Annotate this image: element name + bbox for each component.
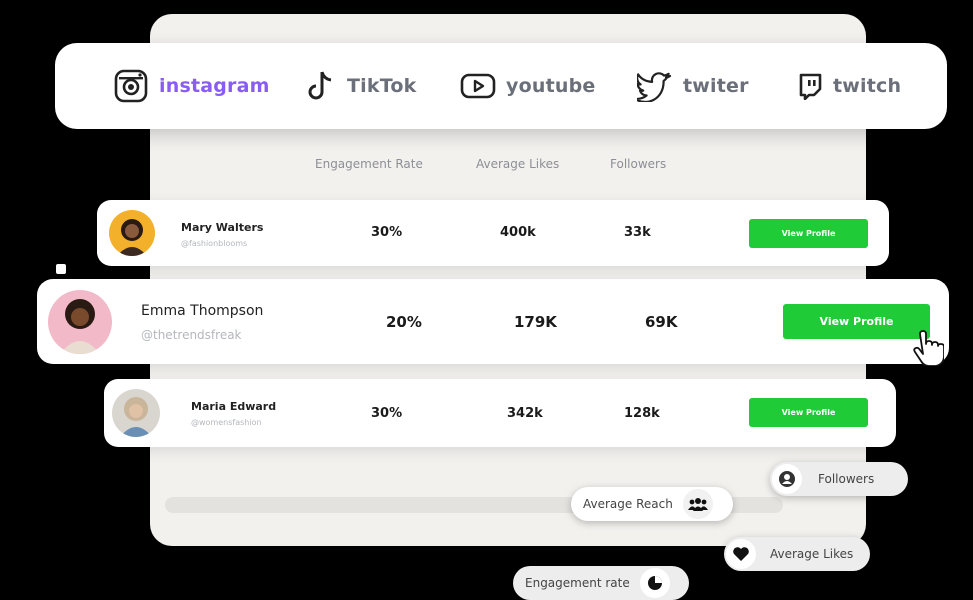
pie-chart-icon xyxy=(639,568,670,598)
tiktok-icon xyxy=(305,69,337,103)
avatar xyxy=(112,389,160,437)
user-name: Mary Walters xyxy=(181,221,264,234)
column-header-followers: Followers xyxy=(610,157,667,171)
heart-icon xyxy=(726,539,756,569)
tab-tiktok[interactable]: TikTok xyxy=(305,43,416,129)
decorative-square xyxy=(56,264,66,274)
user-handle: @thetrendsfreak xyxy=(141,328,242,342)
user-icon xyxy=(772,464,802,494)
view-profile-button[interactable]: View Profile xyxy=(783,304,930,339)
view-profile-button[interactable]: View Profile xyxy=(749,219,868,248)
user-name: Emma Thompson xyxy=(141,303,264,319)
user-name: Maria Edward xyxy=(191,400,277,413)
group-icon xyxy=(682,489,713,519)
likes-value: 400k xyxy=(500,225,536,240)
twitter-icon xyxy=(637,70,673,102)
tab-twitch[interactable]: twitch xyxy=(797,43,901,129)
hand-cursor-icon xyxy=(910,330,945,370)
column-header-engagement: Engagement Rate xyxy=(315,157,423,171)
followers-value: 69K xyxy=(645,313,678,331)
table-row: Emma Thompson @thetrendsfreak 20% 179K 6… xyxy=(37,279,949,364)
followers-value: 128k xyxy=(624,406,660,421)
column-header-likes: Average Likes xyxy=(476,157,560,171)
engagement-value: 30% xyxy=(371,225,403,240)
engagement-value: 30% xyxy=(371,406,403,421)
tab-label: instagram xyxy=(159,75,270,97)
twitch-icon xyxy=(797,72,823,100)
tab-youtube[interactable]: youtube xyxy=(460,43,595,129)
chip-average-reach[interactable]: Average Reach xyxy=(571,487,733,521)
engagement-value: 20% xyxy=(386,313,422,331)
tab-label: TikTok xyxy=(347,75,417,97)
chip-followers[interactable]: Followers xyxy=(770,462,908,496)
table-row: Maria Edward @womensfashion 30% 342k 128… xyxy=(104,379,896,447)
chip-label: Engagement rate xyxy=(525,576,630,590)
avatar xyxy=(48,290,112,354)
tab-label: twiter xyxy=(683,75,749,97)
tab-label: youtube xyxy=(506,75,596,97)
likes-value: 179K xyxy=(514,313,557,331)
instagram-icon xyxy=(113,68,149,104)
likes-value: 342k xyxy=(507,406,543,421)
table-row: Mary Walters @fashionblooms 30% 400k 33k… xyxy=(97,200,889,266)
user-handle: @fashionblooms xyxy=(181,239,248,248)
followers-value: 33k xyxy=(624,225,651,240)
platform-tabs: instagram TikTok youtube twiter twitch xyxy=(55,43,947,129)
youtube-icon xyxy=(460,72,496,100)
chip-label: Followers xyxy=(818,472,875,486)
tab-instagram[interactable]: instagram xyxy=(113,43,270,129)
avatar xyxy=(109,210,155,256)
tab-label: twitch xyxy=(833,75,902,97)
tab-twitter[interactable]: twiter xyxy=(637,43,749,129)
view-profile-button[interactable]: View Profile xyxy=(749,398,868,427)
chip-label: Average Reach xyxy=(583,497,673,511)
chip-average-likes[interactable]: Average Likes xyxy=(724,537,870,571)
chip-engagement-rate[interactable]: Engagement rate xyxy=(513,566,689,600)
user-handle: @womensfashion xyxy=(191,418,262,427)
chip-label: Average Likes xyxy=(770,547,854,561)
